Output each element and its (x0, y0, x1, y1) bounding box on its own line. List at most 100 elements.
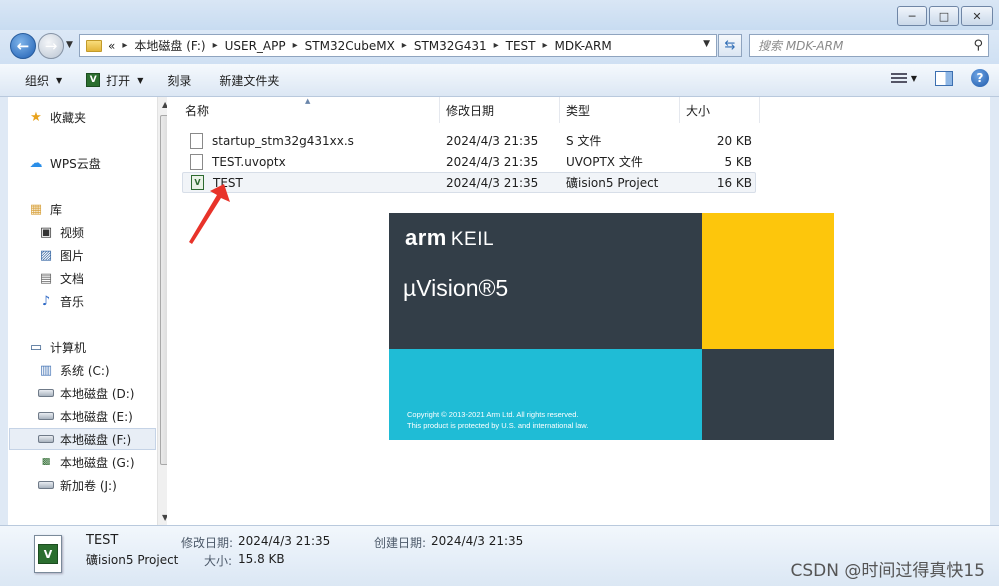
column-label: 修改日期 (446, 103, 495, 118)
file-type: 礦ision5 Project (566, 176, 659, 190)
view-options-icon[interactable] (890, 71, 907, 85)
column-header-type[interactable]: 类型 (560, 97, 680, 123)
refresh-button[interactable]: ⇆ (718, 34, 742, 57)
nav-drive-f[interactable]: 本地磁盘 (F:) (9, 428, 156, 450)
video-icon: ▣ (39, 224, 53, 240)
command-bar: 组织 ▼ V 打开 ▼ 刻录 新建文件夹 ▼ ? (0, 64, 999, 97)
drive-icon (38, 408, 54, 424)
chevron-right-icon[interactable]: ▸ (543, 40, 548, 51)
address-dropdown-icon[interactable]: ▼ (703, 39, 710, 49)
refresh-icon: ⇆ (724, 38, 736, 53)
toolbar-right: ▼ ? (890, 69, 989, 87)
navigation-pane: ★ 收藏夹 ☁ WPS云盘 ▦ 库 ▣ 视频 ▨ 图片 ▤ 文档 ♪ 音乐 ▭ … (8, 97, 174, 525)
splash-dark-corner (702, 349, 834, 440)
preview-pane-icon[interactable] (935, 70, 953, 86)
file-row[interactable]: V TEST 2024/4/3 21:35 礦ision5 Project 16… (182, 172, 756, 193)
open-button[interactable]: V 打开 ▼ (77, 68, 152, 92)
recent-pages-dropdown[interactable]: ▼ (66, 40, 73, 50)
organize-button[interactable]: 组织 ▼ (16, 68, 71, 92)
nav-wps-cloud[interactable]: ☁ WPS云盘 (28, 152, 101, 174)
picture-icon: ▨ (39, 247, 53, 263)
burn-label: 刻录 (167, 73, 192, 88)
arm-keil-logo: arm KEIL (405, 225, 494, 251)
nav-favorites[interactable]: ★ 收藏夹 (28, 106, 86, 128)
minimize-button[interactable]: ─ (897, 6, 927, 26)
column-header-name[interactable]: 名称 (167, 97, 440, 123)
organize-label: 组织 (25, 73, 50, 88)
star-icon: ★ (30, 109, 42, 125)
nav-library[interactable]: ▦ 库 (28, 198, 62, 220)
file-row[interactable]: TEST.uvoptx 2024/4/3 21:35 UVOPTX 文件 5 K… (182, 151, 756, 172)
caret-down-icon[interactable]: ▼ (911, 74, 917, 83)
nav-label: 本地磁盘 (D:) (60, 386, 135, 401)
file-row[interactable]: startup_stm32g431xx.s 2024/4/3 21:35 S 文… (182, 130, 756, 151)
nav-videos[interactable]: ▣ 视频 (38, 221, 84, 243)
file-size: 16 KB (716, 175, 752, 190)
chevron-right-icon[interactable]: ▸ (213, 40, 218, 51)
folder-icon (86, 39, 102, 52)
nav-drive-c[interactable]: ▥ 系统 (C:) (38, 359, 110, 381)
arrow-left-icon: ← (16, 37, 30, 55)
nav-documents[interactable]: ▤ 文档 (38, 267, 84, 289)
column-header-size[interactable]: 大小 (680, 97, 760, 123)
nav-pictures[interactable]: ▨ 图片 (38, 244, 84, 266)
nav-label: 计算机 (50, 340, 87, 355)
caret-down-icon: ▼ (137, 75, 144, 85)
window-controls: ─ □ ✕ (897, 6, 993, 26)
breadcrumb-item[interactable]: STM32G431 (414, 39, 487, 53)
nav-label: 新加卷 (J:) (60, 478, 117, 493)
breadcrumb-item[interactable]: TEST (506, 39, 536, 53)
column-label: 大小 (686, 103, 711, 118)
nav-drive-g[interactable]: ▩ 本地磁盘 (G:) (38, 451, 135, 473)
chevron-right-icon[interactable]: ▸ (122, 40, 127, 51)
chevron-right-icon[interactable]: ▸ (494, 40, 499, 51)
keil-drive-icon: ▩ (41, 457, 51, 467)
nav-music[interactable]: ♪ 音乐 (38, 290, 84, 312)
keil-splash-screen: arm KEIL µVision®5 Copyright © 2013-2021 … (389, 213, 834, 440)
copyright-line: Copyright © 2013-2021 Arm Ltd. All right… (407, 410, 579, 419)
address-bar[interactable]: « ▸ 本地磁盘 (F:) ▸ USER_APP ▸ STM32CubeMX ▸… (79, 34, 717, 57)
computer-icon: ▭ (29, 339, 43, 355)
close-button[interactable]: ✕ (961, 6, 993, 26)
breadcrumb-item[interactable]: USER_APP (225, 39, 286, 53)
product-name: µVision®5 (403, 275, 509, 301)
cloud-icon: ☁ (29, 155, 43, 171)
details-name: TEST (86, 533, 119, 548)
chevron-right-icon[interactable]: ▸ (402, 40, 407, 51)
search-icon[interactable]: ⚲ (973, 38, 983, 53)
details-modified-label: 修改日期: (181, 536, 234, 550)
breadcrumb-item[interactable]: STM32CubeMX (305, 39, 395, 53)
maximize-button[interactable]: □ (929, 6, 959, 26)
document-icon: ▤ (39, 270, 53, 286)
nav-label: 本地磁盘 (E:) (60, 409, 133, 424)
new-folder-button[interactable]: 新建文件夹 (210, 68, 288, 92)
breadcrumb-item[interactable]: MDK-ARM (555, 39, 612, 53)
nav-drive-e[interactable]: 本地磁盘 (E:) (38, 405, 133, 427)
nav-label: WPS云盘 (50, 156, 101, 171)
burn-button[interactable]: 刻录 (158, 68, 200, 92)
nav-label: 图片 (60, 248, 85, 263)
file-size: 20 KB (716, 133, 752, 148)
logo-keil: KEIL (450, 229, 495, 250)
drive-icon (38, 431, 54, 447)
music-icon: ♪ (41, 293, 51, 309)
drive-icon (38, 477, 54, 493)
breadcrumb-overflow[interactable]: « (108, 39, 115, 53)
file-modified: 2024/4/3 21:35 (446, 175, 539, 190)
file-modified: 2024/4/3 21:35 (446, 133, 539, 148)
details-created-value: 2024/4/3 21:35 (431, 534, 524, 548)
nav-drive-d[interactable]: 本地磁盘 (D:) (38, 382, 134, 404)
breadcrumb-item[interactable]: 本地磁盘 (F:) (134, 37, 205, 54)
nav-computer[interactable]: ▭ 计算机 (28, 336, 86, 358)
forward-button[interactable]: → (38, 33, 64, 59)
file-icon (190, 153, 203, 170)
help-icon[interactable]: ? (971, 69, 989, 87)
nav-drive-j[interactable]: 新加卷 (J:) (38, 474, 117, 496)
search-input[interactable] (758, 38, 958, 53)
search-box: ⚲ (749, 34, 989, 57)
back-button[interactable]: ← (10, 33, 36, 59)
column-header-modified[interactable]: 修改日期 (440, 97, 560, 123)
nav-label: 音乐 (60, 294, 85, 309)
details-created-label: 创建日期: (374, 536, 427, 550)
chevron-right-icon[interactable]: ▸ (293, 40, 298, 51)
